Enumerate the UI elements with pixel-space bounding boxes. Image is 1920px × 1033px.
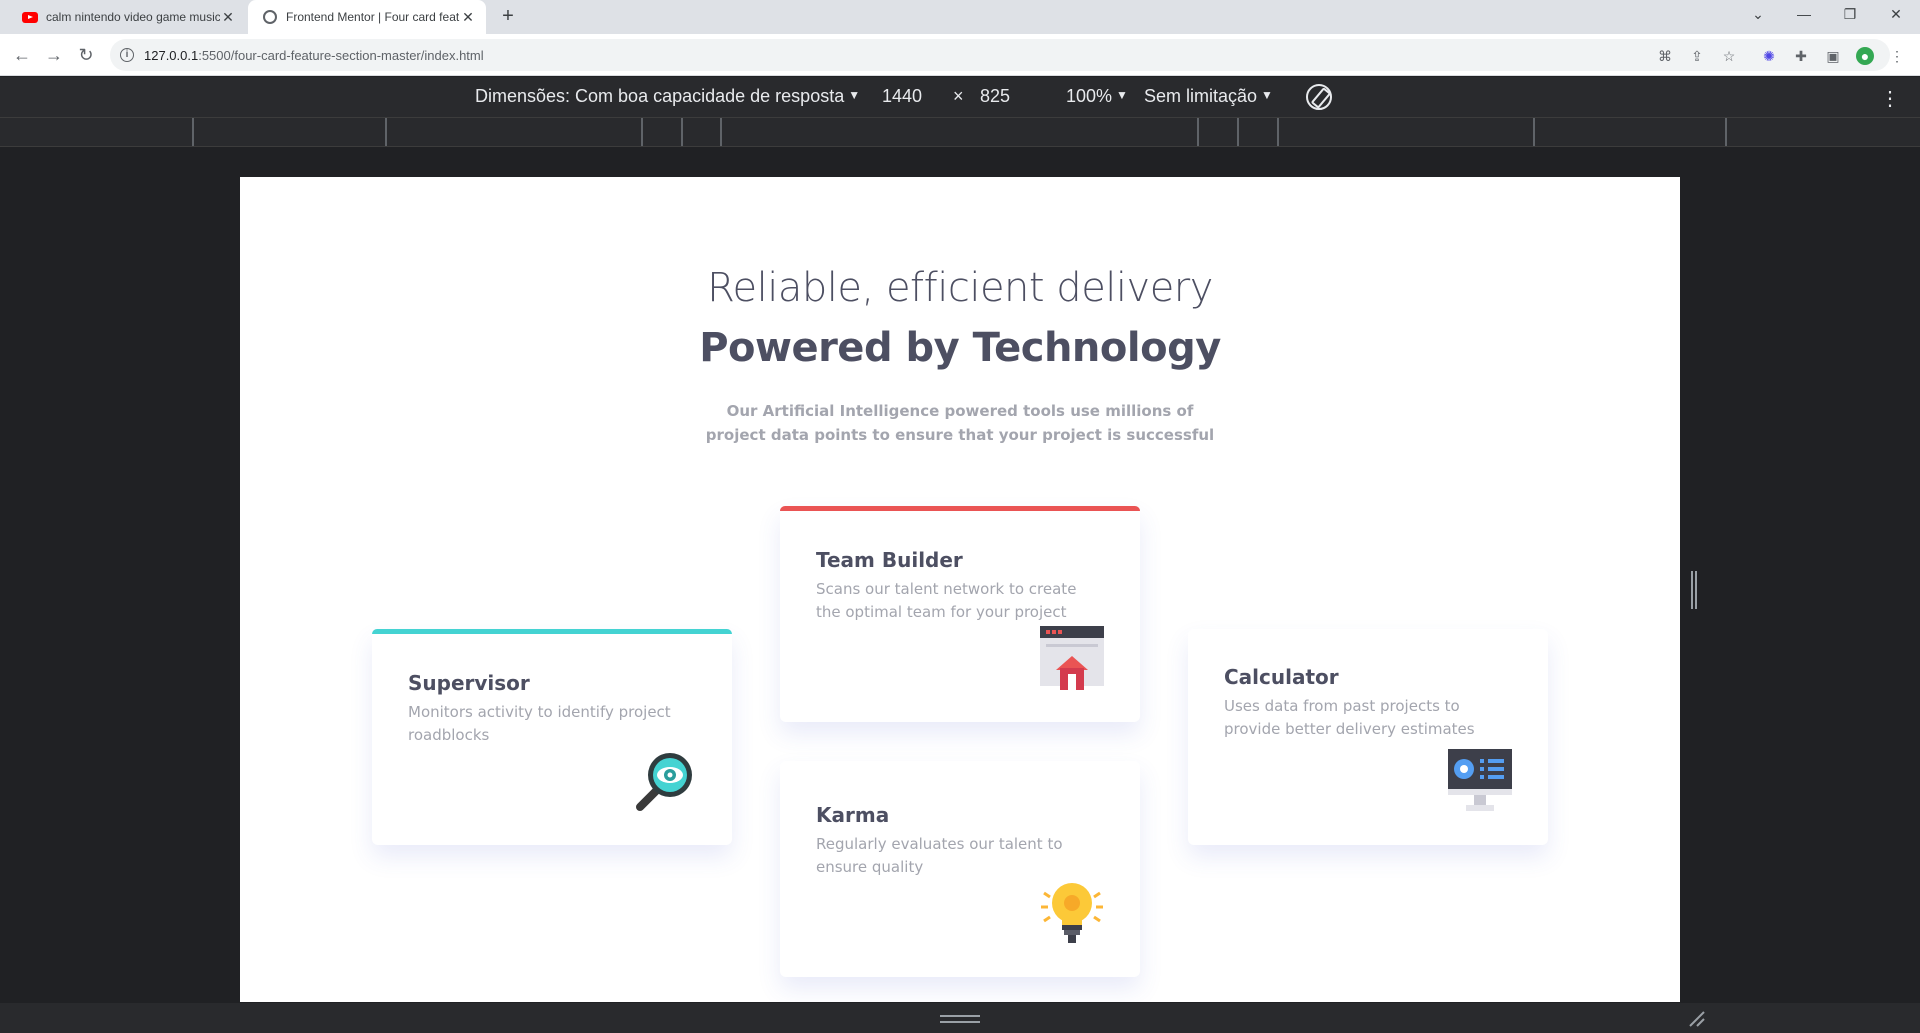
page-viewport: Reliable, efficient delivery Powered by … — [240, 177, 1680, 1002]
extensions-puzzle-icon[interactable]: ✚ — [1792, 47, 1810, 65]
media-query-bar[interactable] — [0, 117, 1920, 147]
width-input[interactable]: 1440 — [882, 86, 922, 107]
translate-icon[interactable]: ⌘ — [1656, 47, 1674, 65]
calculator-monitor-icon — [1448, 749, 1512, 811]
rotate-icon[interactable] — [1306, 84, 1332, 110]
card-karma: Karma Regularly evaluates our talent to … — [780, 761, 1140, 977]
address-bar[interactable]: i 127.0.0.1:5500/four-card-feature-secti… — [110, 39, 1890, 71]
hero-description: Our Artificial Intelligence powered tool… — [705, 402, 1215, 444]
card-supervisor: Supervisor Monitors activity to identify… — [372, 629, 732, 845]
new-tab-button[interactable]: + — [496, 5, 520, 29]
profile-avatar[interactable]: ● — [1856, 47, 1874, 65]
card-title: Supervisor — [408, 671, 530, 695]
magnifier-eye-icon — [636, 753, 692, 811]
card-team-builder: Team Builder Scans our talent network to… — [780, 506, 1140, 722]
url-text: 127.0.0.1:5500/four-card-feature-section… — [144, 47, 484, 63]
restore-icon[interactable]: ❐ — [1828, 0, 1872, 30]
tab-title: Frontend Mentor | Four card feature sect… — [286, 10, 460, 24]
card-accent-bar — [780, 761, 1140, 766]
hero: Reliable, efficient delivery Powered by … — [240, 265, 1680, 447]
window-close-icon[interactable]: ✕ — [1874, 0, 1918, 30]
card-text: Monitors activity to identify project ro… — [408, 703, 671, 744]
card-accent-bar — [780, 506, 1140, 511]
lightbulb-icon — [1041, 883, 1103, 943]
device-menu-icon[interactable]: ⋮ — [1880, 86, 1900, 111]
share-icon[interactable]: ⇪ — [1688, 47, 1706, 65]
globe-icon — [262, 9, 278, 25]
corner-resize-handle[interactable] — [1688, 1010, 1706, 1028]
card-title: Karma — [816, 803, 890, 827]
bookmark-star-icon[interactable]: ☆ — [1720, 47, 1738, 65]
card-text: Uses data from past projects to provide … — [1224, 697, 1475, 738]
card-accent-bar — [372, 629, 732, 634]
zoom-select[interactable]: 100% ▼ — [1066, 86, 1128, 107]
card-text: Scans our talent network to create the o… — [816, 580, 1077, 621]
throttle-select[interactable]: Sem limitação ▼ — [1144, 86, 1273, 107]
card-accent-bar — [1188, 629, 1548, 634]
site-info-icon[interactable]: i — [120, 48, 134, 62]
viewport-width-resize-handle[interactable] — [1691, 571, 1697, 609]
reload-icon[interactable]: ↻ — [74, 43, 98, 67]
close-icon[interactable]: ✕ — [220, 9, 236, 25]
device-toolbar: Dimensões: Com boa capacidade de respost… — [0, 77, 1920, 117]
viewport-height-resize-handle[interactable] — [940, 1015, 980, 1023]
forward-icon[interactable]: → — [42, 43, 66, 67]
tab-search-icon[interactable]: ⌄ — [1736, 0, 1780, 30]
menu-kebab-icon[interactable]: ⋮ — [1888, 47, 1906, 65]
tab-title: calm nintendo video game music — [46, 10, 220, 24]
tab-youtube[interactable]: calm nintendo video game music ✕ — [8, 0, 246, 34]
hero-bold-heading: Powered by Technology — [699, 325, 1221, 371]
close-icon[interactable]: ✕ — [460, 9, 476, 25]
card-title: Team Builder — [816, 548, 963, 572]
browser-toolbar: ← → ↻ i 127.0.0.1:5500/four-card-feature… — [0, 34, 1920, 76]
height-input[interactable]: 825 — [980, 86, 1010, 107]
card-title: Calculator — [1224, 665, 1339, 689]
back-icon[interactable]: ← — [10, 43, 34, 67]
tab-frontend-mentor[interactable]: Frontend Mentor | Four card feature sect… — [248, 0, 486, 34]
youtube-icon — [22, 9, 38, 25]
hero-light-heading: Reliable, efficient delivery — [707, 265, 1213, 311]
times-label: × — [953, 86, 964, 106]
side-panel-icon[interactable]: ▣ — [1824, 47, 1842, 65]
minimize-icon[interactable]: — — [1782, 0, 1826, 30]
card-text: Regularly evaluates our talent to ensure… — [816, 835, 1063, 876]
dimensions-select[interactable]: Dimensões: Com boa capacidade de respost… — [475, 86, 860, 107]
tab-strip: calm nintendo video game music ✕ Fronten… — [0, 0, 1920, 34]
team-builder-icon — [1040, 626, 1104, 690]
extension-gear-icon[interactable]: ✺ — [1760, 47, 1778, 65]
card-calculator: Calculator Uses data from past projects … — [1188, 629, 1548, 845]
